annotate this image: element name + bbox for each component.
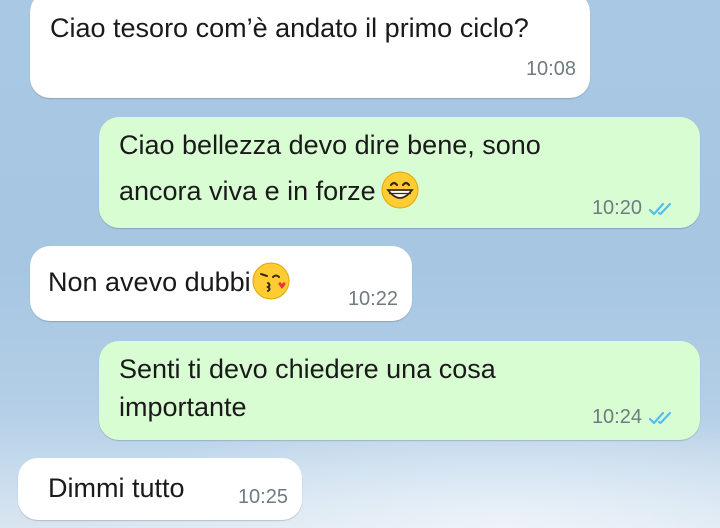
message-text-line-2: importante — [119, 392, 247, 422]
grinning-face-emoji — [381, 171, 419, 209]
read-double-check-icon — [648, 411, 672, 424]
face-blowing-kiss-emoji — [252, 262, 290, 300]
message-bubble-incoming[interactable]: Non avevo dubbi 10:22 — [30, 246, 412, 321]
message-text-line-1: Ciao bellezza devo dire bene, sono — [119, 130, 541, 160]
message-bubble-outgoing[interactable]: Senti ti devo chiedere una cosa importan… — [99, 341, 700, 440]
message-timestamp: 10:08 — [525, 58, 576, 80]
message-timestamp: 10:22 — [347, 288, 398, 310]
read-double-check-icon — [648, 202, 672, 215]
message-text: Ciao tesoro com’è andato il primo ciclo? — [50, 13, 529, 43]
message-bubble-incoming[interactable]: Dimmi tutto 10:25 — [18, 458, 302, 520]
message-text: Dimmi tutto — [48, 473, 185, 503]
message-timestamp: 10:20 — [592, 197, 678, 220]
message-bubble-outgoing[interactable]: Ciao bellezza devo dire bene, sono ancor… — [99, 117, 700, 228]
message-timestamp: 10:24 — [592, 406, 678, 429]
message-bubble-incoming[interactable]: Ciao tesoro com’è andato il primo ciclo?… — [30, 0, 590, 98]
message-text-line-2: ancora viva e in forze — [119, 169, 420, 213]
message-timestamp: 10:25 — [237, 486, 288, 508]
message-text: Non avevo dubbi — [48, 260, 291, 304]
